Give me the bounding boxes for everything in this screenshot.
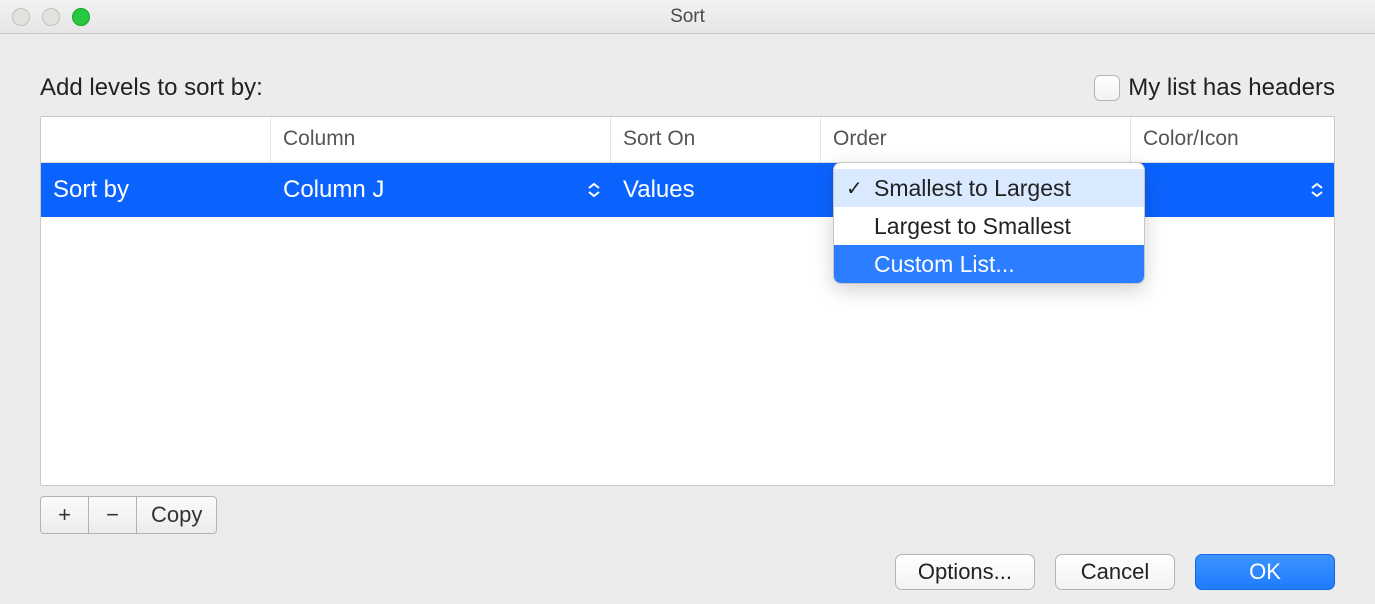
window-title: Sort <box>670 6 705 28</box>
headers-checkbox[interactable] <box>1094 75 1120 101</box>
chevron-updown-icon <box>1310 183 1324 197</box>
titlebar: Sort <box>0 0 1375 34</box>
th-sortby <box>41 117 271 162</box>
th-column: Column <box>271 117 611 162</box>
chevron-updown-icon <box>587 183 601 197</box>
headers-checkbox-label: My list has headers <box>1128 74 1335 102</box>
sorton-select[interactable]: Values <box>611 163 821 217</box>
sort-levels-table: Column Sort On Order Color/Icon Sort by … <box>40 116 1335 486</box>
cancel-button[interactable]: Cancel <box>1055 554 1175 590</box>
dialog-footer: Options... Cancel OK <box>895 554 1335 590</box>
copy-level-button[interactable]: Copy <box>137 497 216 533</box>
order-option-largest-smallest[interactable]: Largest to Smallest <box>834 207 1144 245</box>
order-option-smallest-largest[interactable]: Smallest to Largest <box>834 169 1144 207</box>
row-label: Sort by <box>41 163 271 217</box>
zoom-window-button[interactable] <box>72 8 90 26</box>
sorton-select-value: Values <box>623 176 695 204</box>
order-option-custom-list[interactable]: Custom List... <box>834 245 1144 283</box>
order-dropdown-menu[interactable]: Smallest to Largest Largest to Smallest … <box>833 162 1145 284</box>
minimize-window-button[interactable] <box>42 8 60 26</box>
column-select[interactable]: Column J <box>271 163 611 217</box>
column-select-value: Column J <box>283 176 384 204</box>
traffic-lights <box>12 8 90 26</box>
instruction-label: Add levels to sort by: <box>40 74 263 102</box>
add-level-button[interactable]: + <box>41 497 89 533</box>
th-color: Color/Icon <box>1131 117 1334 162</box>
color-select[interactable] <box>1131 163 1334 217</box>
options-button[interactable]: Options... <box>895 554 1035 590</box>
close-window-button[interactable] <box>12 8 30 26</box>
headers-checkbox-wrap[interactable]: My list has headers <box>1094 74 1335 102</box>
ok-button[interactable]: OK <box>1195 554 1335 590</box>
remove-level-button[interactable]: − <box>89 497 137 533</box>
table-header-row: Column Sort On Order Color/Icon <box>41 117 1334 163</box>
dialog-content: Add levels to sort by: My list has heade… <box>0 34 1375 534</box>
th-sorton: Sort On <box>611 117 821 162</box>
th-order: Order <box>821 117 1131 162</box>
level-toolbar: + − Copy <box>40 496 1335 534</box>
row-label-text: Sort by <box>53 176 129 204</box>
